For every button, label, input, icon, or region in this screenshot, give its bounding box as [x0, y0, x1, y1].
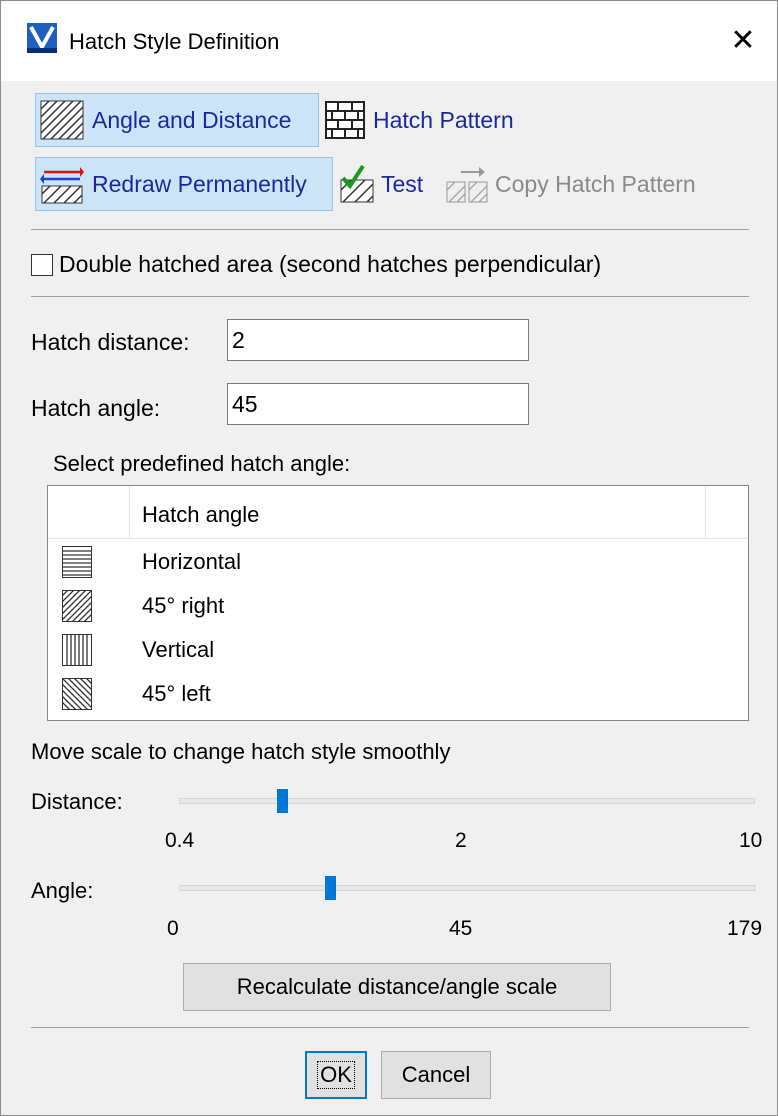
hatch-angle-label: Hatch angle: — [31, 395, 161, 421]
right-45-hatch-icon — [62, 590, 92, 622]
copy-hatch-pattern-label: Copy Hatch Pattern — [495, 170, 696, 197]
test-button[interactable]: Test — [339, 157, 439, 211]
column-title: Hatch angle — [142, 502, 260, 527]
hatch-pattern-label: Hatch Pattern — [373, 106, 514, 133]
predefined-angle-label: Select predefined hatch angle: — [53, 451, 351, 476]
redraw-icon — [40, 167, 84, 204]
close-icon[interactable]: ✕ — [723, 21, 763, 61]
distance-slider-label: Distance: — [31, 789, 123, 814]
angle-distance-label: Angle and Distance — [92, 106, 292, 133]
hatch-style-dialog: Hatch Style Definition ✕ Angle and Dista… — [0, 0, 778, 1116]
double-hatched-checkbox[interactable]: Double hatched area (second hatches perp… — [31, 251, 601, 278]
vertical-hatch-icon — [62, 634, 92, 666]
angle-mid: 45 — [449, 917, 473, 940]
angle-slider-track[interactable] — [179, 885, 755, 891]
hatch-distance-label: Hatch distance: — [31, 329, 190, 355]
ok-label: OK — [317, 1061, 355, 1089]
distance-min: 0.4 — [165, 829, 195, 852]
recalculate-scale-button[interactable]: Recalculate distance/angle scale — [183, 963, 611, 1011]
left-45-hatch-icon — [62, 678, 92, 710]
test-label: Test — [381, 170, 424, 197]
cancel-button[interactable]: Cancel — [381, 1051, 491, 1099]
hatch-angle-input[interactable] — [227, 383, 529, 425]
distance-max: 10 — [739, 829, 763, 852]
title-bar: Hatch Style Definition ✕ — [1, 1, 777, 81]
copy-hatch-pattern-button[interactable]: Copy Hatch Pattern — [445, 157, 735, 211]
redraw-permanently-button[interactable]: Redraw Permanently — [35, 157, 333, 211]
angle-max: 179 — [727, 917, 763, 940]
list-item-label: 45° right — [142, 593, 225, 618]
hatch-pattern-button[interactable]: Hatch Pattern — [325, 93, 555, 147]
separator — [31, 1027, 749, 1028]
list-header: Hatch angle — [48, 486, 748, 539]
double-hatched-label: Double hatched area (second hatches perp… — [59, 251, 602, 277]
distance-slider-thumb[interactable] — [276, 789, 288, 813]
app-logo-icon — [27, 23, 57, 53]
angle-slider-label: Angle: — [31, 878, 94, 903]
copy-hatch-icon — [446, 167, 488, 203]
list-item[interactable]: Vertical — [48, 628, 748, 672]
list-item-label: Horizontal — [142, 549, 242, 574]
list-item[interactable]: Horizontal — [48, 540, 748, 584]
separator — [31, 296, 749, 297]
ok-button[interactable]: OK — [305, 1051, 367, 1099]
list-item[interactable]: 45° right — [48, 584, 748, 628]
scale-caption: Move scale to change hatch style smoothl… — [31, 739, 451, 764]
hatch-distance-input[interactable] — [227, 319, 529, 361]
checkmark-hatch-icon — [340, 164, 374, 203]
window-title: Hatch Style Definition — [69, 29, 280, 54]
redraw-permanently-label: Redraw Permanently — [92, 170, 307, 197]
angle-hatch-icon — [40, 100, 84, 140]
angle-min: 0 — [167, 917, 179, 940]
list-item[interactable]: 45° left — [48, 672, 748, 716]
brick-pattern-icon — [325, 101, 365, 139]
hatch-angle-list[interactable]: Hatch angle Horizontal 45° right Vertica… — [47, 485, 749, 721]
list-item-label: Vertical — [142, 637, 215, 662]
horizontal-hatch-icon — [62, 546, 92, 578]
angle-distance-button[interactable]: Angle and Distance — [35, 93, 319, 147]
angle-slider-thumb[interactable] — [325, 876, 337, 900]
distance-slider-track[interactable] — [179, 798, 755, 804]
list-item-label: 45° left — [142, 681, 211, 706]
checkbox-box[interactable] — [31, 253, 53, 276]
separator — [31, 229, 749, 230]
icon-column-header[interactable] — [48, 486, 130, 538]
distance-mid: 2 — [455, 829, 467, 852]
